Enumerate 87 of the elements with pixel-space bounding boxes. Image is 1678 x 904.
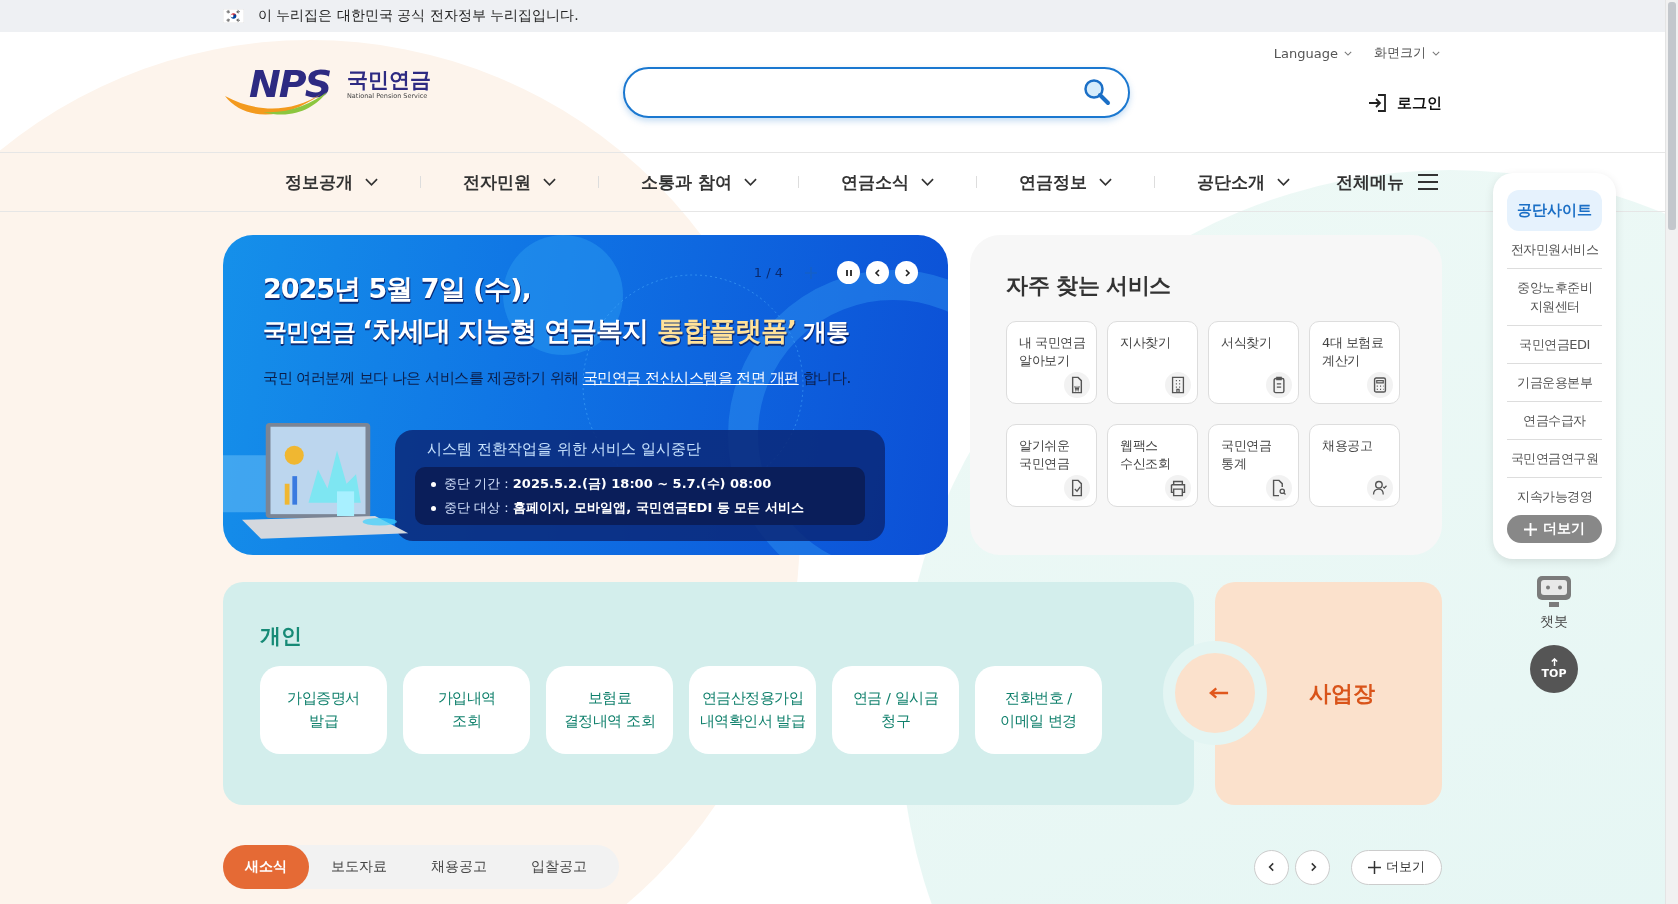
quick-menu-link[interactable]: 기금운용본부 xyxy=(1507,364,1602,402)
news-tab[interactable]: 입찰공고 xyxy=(509,845,609,889)
service-button[interactable]: 가입증명서 발급 xyxy=(260,666,387,754)
nav-menu-item[interactable]: 정보공개 xyxy=(281,164,382,200)
nav-menu-item[interactable]: 공단소개 xyxy=(1193,164,1294,200)
caret-icon xyxy=(542,178,556,186)
service-button[interactable]: 연금산정용가입 내역확인서 발급 xyxy=(689,666,816,754)
caret-icon xyxy=(921,178,935,186)
arrow-icon xyxy=(1209,686,1229,700)
news-tab[interactable]: 보도자료 xyxy=(309,845,409,889)
search-field[interactable] xyxy=(623,66,1130,118)
dropdown-button[interactable]: 화면크기 xyxy=(1372,40,1442,66)
banner-headline: 2025년 5월 7일 (수), xyxy=(263,272,531,306)
previous-button[interactable] xyxy=(866,261,889,284)
news-tab[interactable]: 채용공고 xyxy=(409,845,509,889)
search-icon[interactable] xyxy=(1082,77,1112,107)
section-title: 자주 찾는 서비스 xyxy=(1006,272,1172,300)
quick-menu-link[interactable]: 전자민원서비스 xyxy=(1507,231,1602,269)
building-icon xyxy=(1165,372,1191,398)
gov-banner-text: 이 누리집은 대한민국 공식 전자정부 누리집입니다. xyxy=(258,7,579,25)
chatbot-label[interactable]: 챗봇 xyxy=(1540,613,1568,631)
all-menu-button[interactable]: 전체메뉴 xyxy=(1331,164,1442,200)
banner-slide[interactable] xyxy=(223,235,948,555)
chatbot-icon[interactable] xyxy=(1536,575,1572,609)
nav-menu-item[interactable]: 전자민원 xyxy=(458,164,560,200)
menu-icon xyxy=(1417,174,1438,190)
service-button[interactable]: 보험료 결정내역 조회 xyxy=(546,666,673,754)
banner-headline: 국민연금 ‘차세대 지능형 연금복지 통합플랫폼’ 개통 xyxy=(263,314,850,348)
section-title: 개인 xyxy=(260,623,303,650)
service-tile[interactable]: 알기쉬운 국민연금 xyxy=(1006,424,1097,507)
pause-icon xyxy=(843,267,854,278)
printer-icon xyxy=(1165,475,1191,501)
calculator-icon xyxy=(1367,372,1393,398)
caret-icon xyxy=(1432,50,1440,56)
pause-button[interactable] xyxy=(837,261,860,284)
login-icon xyxy=(1367,92,1389,114)
login-button[interactable]: 로그인 xyxy=(1367,90,1442,116)
quick-menu-link[interactable]: 연금수급자 xyxy=(1507,402,1602,440)
flag-icon xyxy=(223,9,244,23)
nav-menu-item[interactable]: 소통과 참여 xyxy=(636,164,761,200)
arrow-up-icon xyxy=(1549,658,1559,667)
plus-icon xyxy=(1368,860,1381,874)
service-button[interactable]: 가입내역 조회 xyxy=(403,666,530,754)
caret-icon xyxy=(1344,50,1352,56)
quick-menu-link[interactable]: 중앙노후준비 지원센터 xyxy=(1507,269,1602,326)
notice-item: 중단 기간 : 2025.5.2.(금) 18:00 ~ 5.7.(수) 08:00 xyxy=(444,475,772,493)
banner-description: 국민 여러분께 보다 나은 서비스를 제공하기 위해 국민연금 전산시스템을 전면 개편 합니다. xyxy=(263,369,852,388)
quick-menu-title: 공단사이트 xyxy=(1507,190,1602,231)
quick-menu-link[interactable]: 국민연금연구원 xyxy=(1507,440,1602,478)
caret-icon xyxy=(1277,178,1290,186)
quick-menu-link[interactable]: 국민연금EDI xyxy=(1507,326,1602,364)
chevron-left-icon xyxy=(872,267,883,278)
quick-menu-link[interactable]: 지속가능경영 xyxy=(1507,478,1602,515)
notice-item: 중단 대상 : 홈페이지, 모바일앱, 국민연금EDI 등 모든 서비스 xyxy=(444,499,804,517)
plus-icon xyxy=(1524,522,1537,536)
service-button[interactable]: 연금 / 일시금 청구 xyxy=(832,666,959,754)
scrollbar[interactable] xyxy=(1665,0,1678,904)
business-title: 사업장 xyxy=(1307,679,1375,708)
service-tile[interactable]: 내 국민연금 알아보기 xyxy=(1006,321,1097,404)
service-tile[interactable]: 서식찾기 xyxy=(1208,321,1299,404)
document-search-icon xyxy=(1266,475,1292,501)
slide-counter: 1 / 4 xyxy=(753,265,783,280)
caret-icon xyxy=(1099,178,1113,186)
service-button[interactable]: 전화번호 / 이메일 변경 xyxy=(975,666,1102,754)
more-button[interactable]: 더보기 xyxy=(1507,515,1602,543)
dropdown-button[interactable]: Language xyxy=(1271,40,1354,66)
caret-icon xyxy=(743,178,757,186)
service-tile[interactable]: 국민연금 통계 xyxy=(1208,424,1299,507)
nav-menu-item[interactable]: 연금소식 xyxy=(837,164,939,200)
nav-menu-item[interactable]: 연금정보 xyxy=(1015,164,1117,200)
logo-name: 국민연금 xyxy=(347,68,431,92)
person-icon xyxy=(1367,475,1393,501)
bullet-icon xyxy=(431,481,436,487)
document-check-icon xyxy=(1064,475,1090,501)
notice-title: 시스템 전환작업을 위한 서비스 일시중단 xyxy=(426,440,703,459)
logo-mark[interactable]: NPS xyxy=(249,62,331,106)
document-icon xyxy=(1064,372,1090,398)
caret-icon xyxy=(365,178,378,186)
service-tile[interactable]: 지사찾기 xyxy=(1107,321,1198,404)
service-tile[interactable]: 웹팩스 수신조회 xyxy=(1107,424,1198,507)
scrollbar-thumb[interactable] xyxy=(1668,2,1676,230)
service-tile[interactable]: 채용공고 xyxy=(1309,424,1400,507)
banner-link[interactable]: 국민연금 전산시스템을 전면 개편 xyxy=(582,369,799,387)
next-button[interactable] xyxy=(895,261,918,284)
service-tile[interactable]: 4대 보험료 계산기 xyxy=(1309,321,1400,404)
clipboard-icon xyxy=(1266,372,1292,398)
bullet-icon xyxy=(431,505,436,511)
